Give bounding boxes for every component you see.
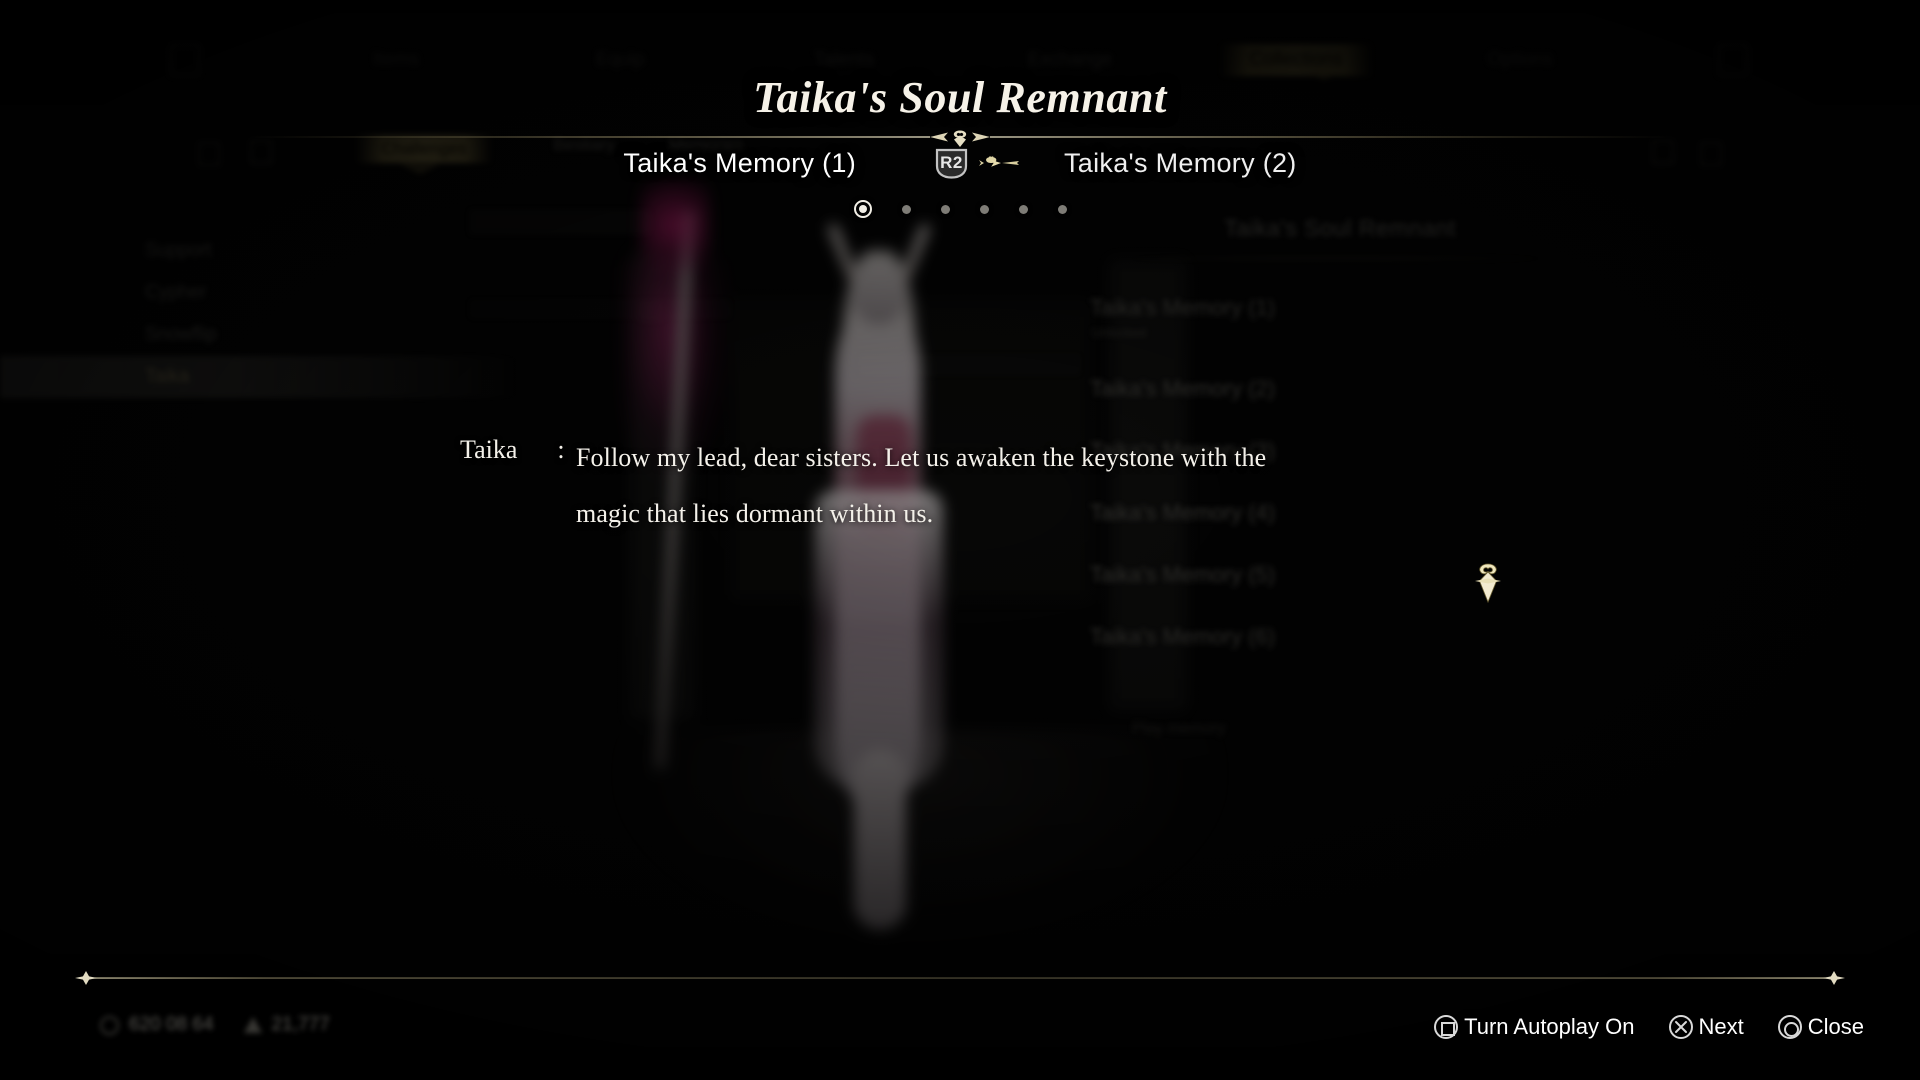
hint-next[interactable]: Next (1668, 1014, 1744, 1040)
mouse-cursor-icon (1475, 563, 1501, 604)
currency-gem: 21,777 (243, 1014, 330, 1036)
page-dot-2[interactable] (901, 204, 911, 214)
memory-switch-hint[interactable]: R2 (934, 147, 1020, 180)
r2-button-icon[interactable]: R2 (934, 147, 969, 180)
dialogue-separator: : (557, 435, 565, 464)
page-title: Taika's Soul Remnant (753, 73, 1167, 122)
page-dot-1[interactable] (853, 200, 872, 218)
tab-memory-1[interactable]: Taika's Memory (1) (623, 148, 856, 179)
hint-label-close: Close (1807, 1014, 1864, 1039)
bottom-action-bar: 620 08 64 21,777 Turn Autoplay On Next C… (0, 1006, 1920, 1062)
page-dot-5[interactable] (1018, 204, 1028, 214)
hint-close[interactable]: Close (1777, 1014, 1864, 1040)
currency-gem-value: 21,777 (271, 1014, 330, 1035)
currency-coin: 620 08 64 (100, 1014, 214, 1036)
dialogue-text-line-2: magic that lies dormant within us. (576, 499, 934, 528)
r2-button-label: R2 (940, 153, 963, 172)
dialogue-box: Taika : Follow my lead, dear sisters. Le… (0, 430, 1920, 542)
cross-button-icon (1668, 1015, 1693, 1039)
page-dot-4[interactable] (979, 204, 989, 214)
memory-tab-row: Taika's Memory (1) R2 Taika's Memory (2) (0, 142, 1920, 184)
currency-coin-value: 620 08 64 (129, 1014, 214, 1035)
dialogue-text: Follow my lead, dear sisters. Let us awa… (576, 430, 1460, 542)
page-dot-6[interactable] (1057, 204, 1067, 214)
bottom-divider-ornament-icon (75, 971, 1845, 985)
circle-button-icon (1777, 1015, 1802, 1039)
coin-icon (100, 1015, 119, 1035)
hint-label-autoplay: Turn Autoplay On (1464, 1014, 1635, 1039)
page-dot-3[interactable] (940, 204, 950, 214)
gem-icon (243, 1017, 262, 1033)
hint-turn-autoplay-on[interactable]: Turn Autoplay On (1434, 1014, 1635, 1040)
dialogue-speaker-name: Taika (460, 435, 518, 464)
button-hints: Turn Autoplay On Next Close (1434, 1014, 1864, 1040)
tab-memory-2[interactable]: Taika's Memory (2) (1064, 148, 1297, 179)
dialogue-row: Taika : Follow my lead, dear sisters. Le… (460, 430, 1460, 542)
dialogue-text-line-1: Follow my lead, dear sisters. Let us awa… (576, 443, 1267, 472)
memory-overlay: Taika's Soul Remnant Taika's Memory (1) … (0, 0, 1920, 1080)
page-indicator-dots (0, 200, 1920, 218)
game-screen: Items Equip Talents Exchange Collections… (0, 0, 1920, 1080)
hint-label-next: Next (1698, 1014, 1744, 1039)
currency-display: 620 08 64 21,777 (100, 1014, 330, 1036)
square-button-icon (1434, 1015, 1459, 1039)
arrow-right-ornament-icon (979, 156, 1019, 167)
